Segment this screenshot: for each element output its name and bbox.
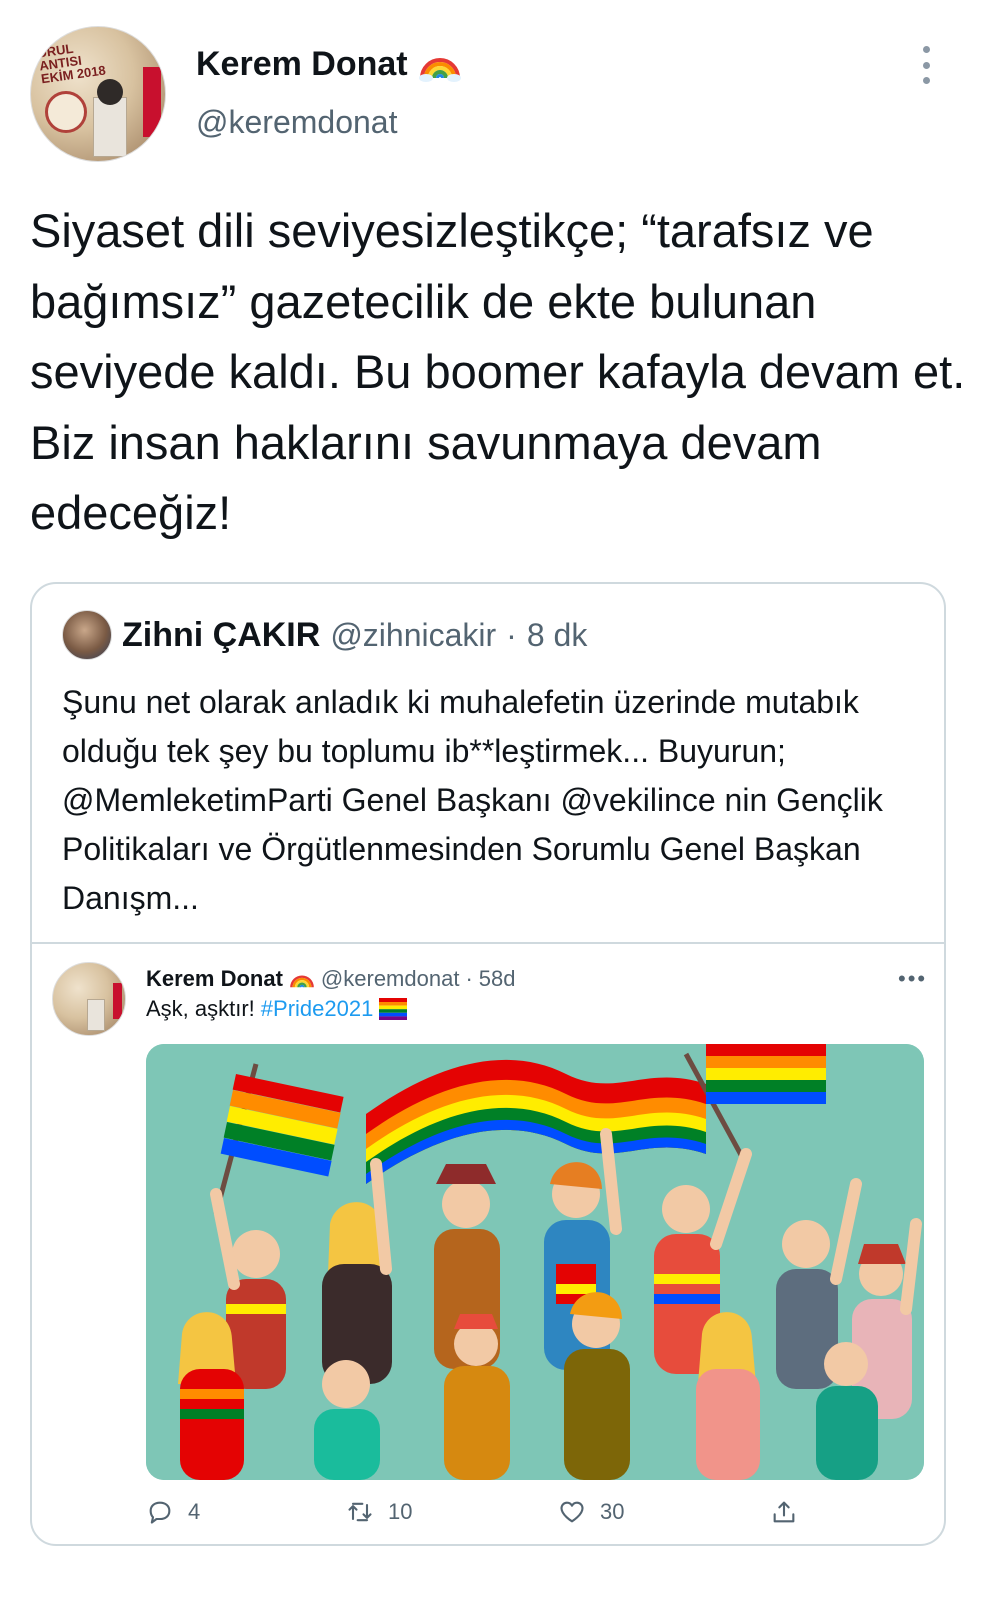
like-icon (560, 1501, 584, 1523)
quoted-author-name[interactable]: Zihni ÇAKIR (122, 616, 320, 655)
quoted-author-handle[interactable]: @zihnicakir (330, 617, 496, 654)
share-icon (773, 1501, 795, 1523)
quoted-timestamp[interactable]: 8 dk (527, 617, 587, 654)
avatar-podium (93, 97, 127, 157)
tweet-text: Siyaset dili seviyesizleştikçe; “tarafsı… (30, 204, 966, 539)
pride-hashtag-link[interactable]: #Pride2021 (261, 996, 374, 1022)
retweet-icon (348, 1502, 372, 1522)
author-avatar[interactable]: URUL ANTISI EKİM 2018 (30, 26, 166, 162)
quoted-author-avatar[interactable] (62, 610, 112, 660)
embedded-author-handle[interactable]: @keremdonat (321, 966, 460, 992)
embedded-more-icon[interactable]: ••• (898, 966, 927, 992)
embedded-timestamp[interactable]: 58d (479, 966, 516, 992)
embedded-tweet[interactable]: Kerem Donat @keremdonat · 58d ••• Aşk, a… (32, 942, 944, 1544)
avatar-flag (143, 67, 161, 137)
embedded-author-avatar[interactable] (52, 962, 126, 1036)
reply-icon (149, 1501, 171, 1524)
pride-illustration-image[interactable] (146, 1044, 924, 1480)
author-handle[interactable]: @keremdonat (196, 104, 397, 141)
reply-count: 4 (188, 1499, 201, 1524)
retweet-count: 10 (388, 1499, 413, 1524)
embedded-tweet-header: Kerem Donat @keremdonat · 58d (146, 962, 515, 996)
embedded-text: Aşk, aşktır! (146, 996, 255, 1021)
embedded-tweet-actions: 4 10 30 (146, 1492, 806, 1532)
reply-action[interactable]: 4 (146, 1492, 200, 1532)
tweet-header: URUL ANTISI EKİM 2018 Kerem Donat @keremdo… (0, 0, 996, 170)
embedded-avatar-podium (87, 999, 105, 1031)
avatar-person (97, 79, 123, 105)
like-action[interactable]: 30 (558, 1492, 624, 1532)
pride-flag-icon (379, 998, 408, 1020)
author-name-row[interactable]: Kerem Donat (196, 42, 462, 86)
quoted-tweet[interactable]: Zihni ÇAKIR @zihnicakir · 8 dk Şunu net … (30, 582, 946, 1546)
embedded-separator: · (465, 966, 473, 991)
share-action[interactable] (770, 1492, 798, 1532)
more-icon[interactable] (916, 46, 936, 84)
embedded-author-name[interactable]: Kerem Donat (146, 966, 283, 992)
retweet-action[interactable]: 10 (346, 1492, 412, 1532)
quoted-tweet-header: Zihni ÇAKIR @zihnicakir · 8 dk (62, 610, 587, 660)
embedded-avatar-flag (113, 983, 122, 1019)
author-name[interactable]: Kerem Donat (196, 45, 408, 84)
like-count: 30 (600, 1499, 625, 1524)
rainbow-icon (418, 58, 461, 82)
pride-crowd-drawing (146, 1044, 924, 1480)
quoted-tweet-text: Şunu net olarak anladık ki muhalefetin ü… (62, 684, 883, 916)
embedded-tweet-text: Aşk, aşktır! #Pride2021 (146, 996, 408, 1022)
rainbow-icon (290, 975, 314, 988)
quoted-separator: · (506, 616, 517, 653)
avatar-seal (45, 91, 87, 133)
